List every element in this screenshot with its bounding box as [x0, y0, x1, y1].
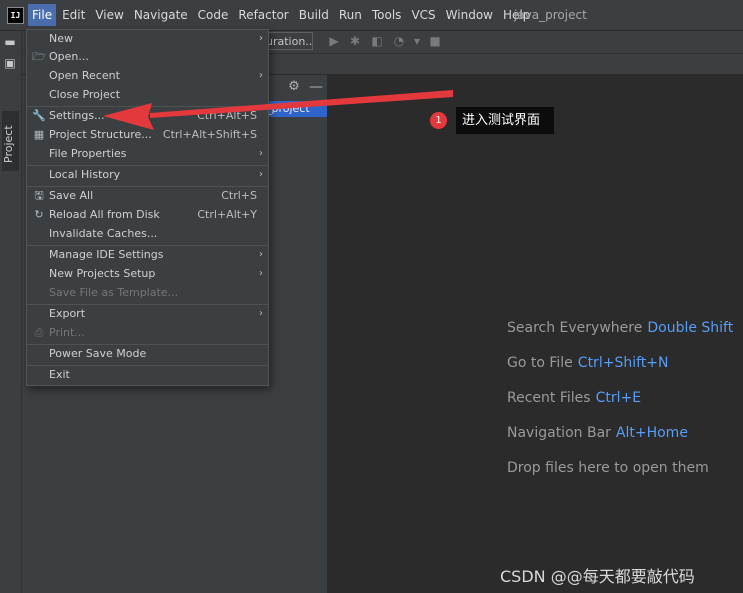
coverage-icon[interactable]: ◧ [370, 34, 384, 48]
menu-item-export[interactable]: Export › [27, 305, 268, 323]
structure-icon[interactable]: ▣ [3, 56, 17, 70]
menu-item-settings[interactable]: 🔧 Settings... Ctrl+Alt+S [27, 107, 268, 125]
annotation-callout: 进入测试界面 [456, 107, 554, 134]
debug-icon[interactable]: ✱ [348, 34, 362, 48]
menu-item-project-structure[interactable]: ▦ Project Structure... Ctrl+Alt+Shift+S [27, 126, 268, 144]
run-configuration-selector[interactable]: uration... [265, 32, 313, 50]
hide-panel-icon[interactable]: — [309, 80, 323, 94]
hint-go-to-file: Go to File Ctrl+Shift+N [507, 355, 669, 371]
save-icon: 🖫 [34, 189, 44, 202]
menu-item-save-as-template: Save File as Template... [49, 286, 179, 299]
menu-item-print: ⎙ Print... [27, 324, 268, 342]
hint-recent-files: Recent Files Ctrl+E [507, 390, 642, 406]
submenu-arrow-icon: › [259, 70, 263, 81]
submenu-arrow-icon: › [259, 33, 263, 44]
menu-item-open-recent[interactable]: Open Recent › [27, 67, 268, 85]
menu-run[interactable]: Run [335, 4, 366, 26]
menu-item-close-project[interactable]: Close Project [27, 86, 268, 104]
project-tool-tab[interactable]: Project [2, 111, 19, 171]
menu-code[interactable]: Code [194, 4, 233, 26]
submenu-arrow-icon: › [259, 169, 263, 180]
menu-navigate[interactable]: Navigate [130, 4, 192, 26]
submenu-arrow-icon: › [259, 148, 263, 159]
project-structure-icon: ▦ [33, 128, 45, 141]
print-icon: ⎙ [34, 326, 44, 339]
menu-item-power-save-mode[interactable]: Power Save Mode [27, 345, 268, 363]
menu-refactor[interactable]: Refactor [234, 4, 292, 26]
menu-item-new-projects-setup[interactable]: New Projects Setup › [27, 265, 268, 283]
hint-drop-files: Drop files here to open them [507, 460, 709, 476]
annotation-step-badge: 1 [430, 112, 447, 129]
csdn-watermark: CSDN @@每天都要敲代码 [500, 567, 695, 586]
menu-item-local-history[interactable]: Local History › [27, 166, 268, 184]
wrench-icon: 🔧 [32, 109, 46, 122]
reload-icon: ↻ [34, 208, 44, 221]
menu-item-exit[interactable]: Exit [27, 366, 268, 384]
menu-window[interactable]: Window [442, 4, 497, 26]
menu-build[interactable]: Build [295, 4, 333, 26]
menu-item-open[interactable]: 🗁 Open... [27, 48, 268, 66]
submenu-arrow-icon: › [259, 268, 263, 279]
menu-bar: File Edit View Navigate Code Refactor Bu… [28, 0, 536, 30]
folder-open-icon: 🗁 [32, 50, 46, 63]
submenu-arrow-icon: › [259, 249, 263, 260]
menu-edit[interactable]: Edit [58, 4, 89, 26]
run-icon[interactable]: ▶ [327, 34, 341, 48]
menu-item-manage-ide-settings[interactable]: Manage IDE Settings › [27, 246, 268, 264]
menu-item-new[interactable]: New › [27, 30, 268, 48]
stop-icon[interactable]: ■ [428, 34, 442, 48]
hint-navigation-bar: Navigation Bar Alt+Home [507, 425, 688, 441]
profile-icon[interactable]: ◔ [392, 34, 406, 48]
menu-item-file-properties[interactable]: File Properties › [27, 145, 268, 163]
window-project-title: java_project [514, 8, 587, 22]
project-tab-label: Project [2, 125, 15, 163]
title-bar: IJ File Edit View Navigate Code Refactor… [0, 0, 743, 31]
menu-view[interactable]: View [91, 4, 127, 26]
menu-item-reload-all[interactable]: ↻ Reload All from Disk Ctrl+Alt+Y [27, 206, 268, 224]
gear-icon[interactable]: ⚙ [287, 80, 301, 94]
file-menu-dropdown: New › 🗁 Open... Open Recent › Close Proj… [26, 29, 269, 386]
menu-item-save-all[interactable]: 🖫 Save All Ctrl+S [27, 187, 268, 205]
submenu-arrow-icon: › [259, 308, 263, 319]
menu-vcs[interactable]: VCS [407, 4, 439, 26]
intellij-logo-icon: IJ [7, 7, 24, 24]
menu-item-invalidate-caches[interactable]: Invalidate Caches... [27, 225, 268, 243]
menu-tools[interactable]: Tools [368, 4, 406, 26]
folder-icon[interactable]: ▬ [3, 35, 17, 49]
hint-search-everywhere: Search Everywhere Double Shift [507, 320, 734, 336]
chevron-down-icon[interactable]: ▾ [410, 34, 424, 48]
left-tool-strip: ▬ ▣ Project [0, 31, 22, 593]
menu-file[interactable]: File [28, 4, 57, 26]
